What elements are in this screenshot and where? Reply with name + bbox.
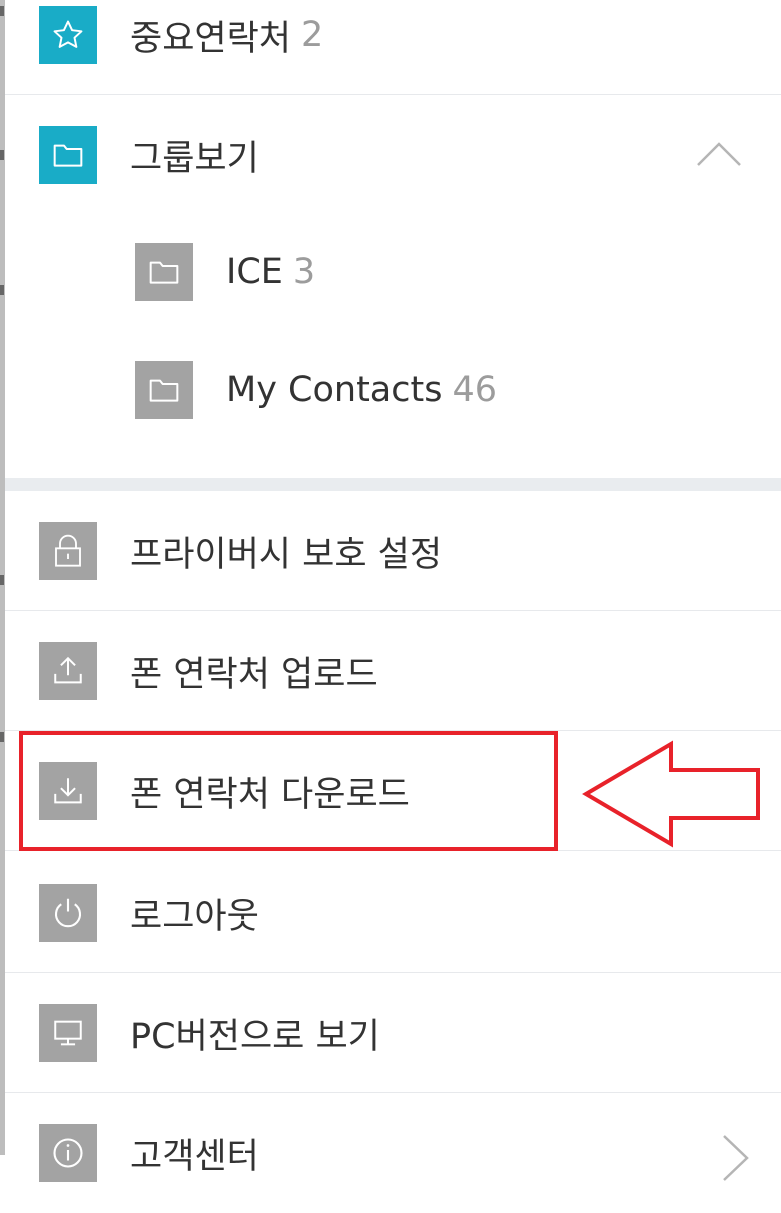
group-item-ice[interactable]: ICE 3 [5,213,781,331]
annotation-highlight-box [19,731,558,851]
annotation-arrow-icon [582,740,760,848]
menu-item-label: 폰 연락처 업로드 [130,611,378,731]
favorites-label: 중요연락처 [130,18,292,59]
menu-item-logout[interactable]: 로그아웃 [5,853,781,973]
folder-icon [135,361,193,419]
privacy-label: 프라이버시 보호 설정 [130,534,443,575]
group-name: ICE [226,252,283,292]
info-icon [39,1124,97,1182]
chevron-right-icon[interactable] [721,1133,751,1183]
favorites-count: 2 [301,15,324,55]
pc-version-label: PC버전으로 보기 [130,1016,380,1057]
menu-item-upload[interactable]: 폰 연락처 업로드 [5,611,781,731]
menu-item-pc-version[interactable]: PC버전으로 보기 [5,973,781,1093]
upload-label: 폰 연락처 업로드 [130,654,378,695]
groups-label: 그룹보기 [130,138,259,179]
lock-icon [39,522,97,580]
monitor-icon [39,1004,97,1062]
power-icon [39,884,97,942]
group-count: 46 [452,370,497,410]
group-name: My Contacts [226,370,443,410]
menu-item-label: 중요연락처 2 [130,0,323,95]
menu-item-label: 고객센터 [130,1093,259,1213]
group-count: 3 [292,252,316,292]
menu-item-favorites[interactable]: 중요연락처 2 [5,0,781,95]
menu-item-label: 로그아웃 [130,853,259,973]
star-icon [39,6,97,64]
menu-item-label: 그룹보기 [130,95,259,215]
menu-item-label: 프라이버시 보호 설정 [130,491,442,611]
folder-icon [135,243,193,301]
chevron-up-icon[interactable] [696,141,742,167]
upload-icon [39,642,97,700]
folder-icon [39,126,97,184]
group-item-label: ICE 3 [226,213,315,331]
menu-item-support[interactable]: 고객센터 [5,1093,781,1213]
menu-item-label: PC버전으로 보기 [130,973,380,1093]
logout-label: 로그아웃 [130,896,259,937]
section-divider [5,478,781,491]
group-item-my-contacts[interactable]: My Contacts 46 [5,331,781,449]
menu-item-groups[interactable]: 그룹보기 [5,95,781,215]
support-label: 고객센터 [130,1136,259,1177]
group-item-label: My Contacts 46 [226,331,497,449]
menu-item-privacy[interactable]: 프라이버시 보호 설정 [5,491,781,611]
